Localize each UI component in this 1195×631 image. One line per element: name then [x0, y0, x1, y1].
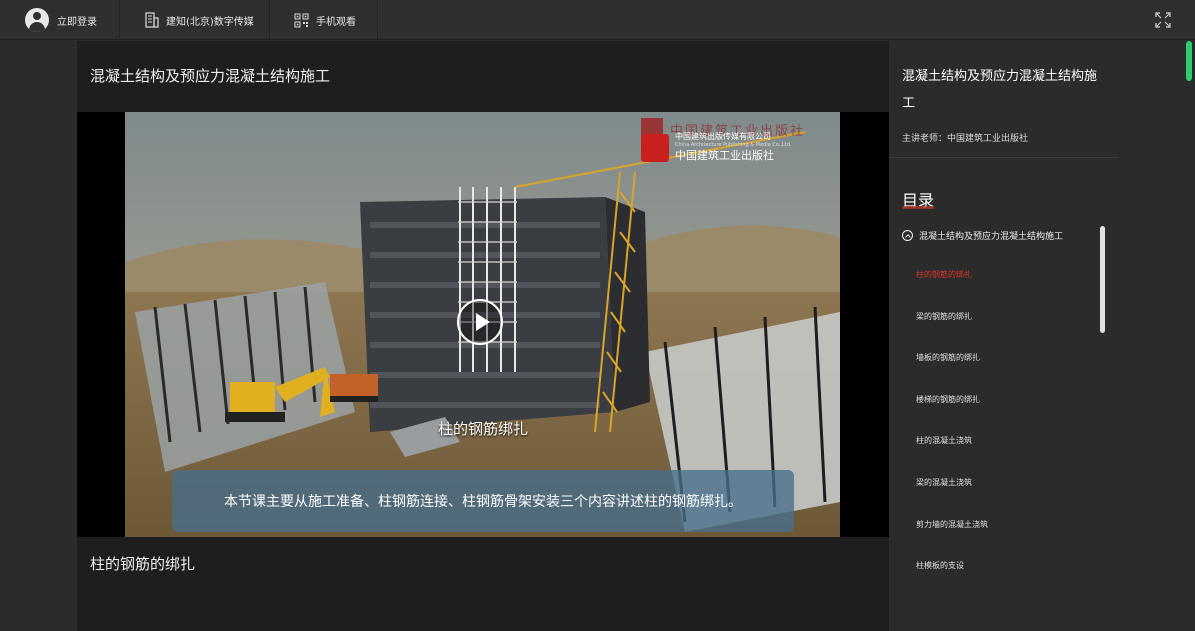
play-button[interactable]: [457, 299, 503, 345]
publisher-en: China Architecture Publishing & Media Co…: [675, 142, 792, 148]
toc-chapter-label: 混凝土结构及预应力混凝土结构施工: [919, 232, 1064, 242]
toc-scrollbar[interactable]: [1100, 226, 1105, 333]
toc-list: 柱的钢筋的绑扎 梁的钢筋的绑扎 墙板的钢筋的绑扎 楼梯的钢筋的绑扎 柱的混凝土浇…: [916, 270, 988, 603]
teacher-label: 主讲老师：中国建筑工业出版社: [902, 134, 1029, 144]
play-icon: [476, 313, 490, 331]
toc-item[interactable]: 梁的混凝土浇筑: [916, 478, 988, 520]
toc-heading-underline: [902, 206, 934, 209]
brand-link[interactable]: 建知(北京)数字传媒: [120, 0, 270, 40]
mobile-view-label: 手机观看: [316, 16, 356, 28]
video-caption-title: 柱的钢筋绑扎: [437, 420, 528, 438]
mobile-view-button[interactable]: 手机观看: [270, 0, 378, 40]
chevron-up-circle-icon: [902, 230, 913, 241]
toc-chapter-toggle[interactable]: 混凝土结构及预应力混凝土结构施工: [902, 229, 1063, 242]
course-sidebar: 混凝土结构及预应力混凝土结构施工 主讲老师：中国建筑工业出版社 目录 混凝土结构…: [889, 41, 1119, 631]
toc-item[interactable]: 梁的钢筋的绑扎: [916, 312, 988, 354]
fullscreen-icon[interactable]: [1155, 12, 1171, 28]
publisher-logo-block: 中国建筑出版传媒有限公司 China Architecture Publishi…: [641, 132, 792, 163]
divider: [889, 157, 1119, 158]
toc-item[interactable]: 柱的混凝土浇筑: [916, 436, 988, 478]
top-bar: 立即登录 建知(北京)数字传媒 手机观看: [0, 0, 1195, 40]
toc-item[interactable]: 柱模板的支设: [916, 561, 988, 603]
publisher-name: 中国建筑工业出版社: [675, 149, 774, 162]
lesson-title: 混凝土结构及预应力混凝土结构施工: [90, 67, 331, 85]
avatar-icon: [25, 8, 49, 32]
toc-item[interactable]: 楼梯的钢筋的绑扎: [916, 395, 988, 437]
page-scrollbar[interactable]: [1186, 41, 1192, 81]
course-title: 混凝土结构及预应力混凝土结构施工: [902, 69, 1098, 111]
login-button[interactable]: 立即登录: [0, 0, 120, 40]
brand-label: 建知(北京)数字传媒: [166, 16, 254, 28]
publisher-cn: 中国建筑出版传媒有限公司: [675, 132, 771, 141]
toc-item[interactable]: 柱的钢筋的绑扎: [916, 270, 988, 312]
publisher-logo-icon: [641, 134, 669, 162]
video-player[interactable]: 中国建筑工业出版社 中国建筑出版传媒有限公司 China Architectur…: [77, 112, 889, 537]
qr-code-icon: [294, 13, 309, 27]
toc-item[interactable]: 墙板的钢筋的绑扎: [916, 353, 988, 395]
video-subtitle-box: 本节课主要从施工准备、柱钢筋连接、柱钢筋骨架安装三个内容讲述柱的钢筋绑扎。: [172, 470, 794, 532]
login-label: 立即登录: [57, 16, 97, 28]
building-icon: [145, 12, 159, 28]
toc-item[interactable]: 剪力墙的混凝土浇筑: [916, 520, 988, 562]
current-chapter-title: 柱的钢筋的绑扎: [90, 555, 196, 573]
video-subtitle: 本节课主要从施工准备、柱钢筋连接、柱钢筋骨架安装三个内容讲述柱的钢筋绑扎。: [224, 494, 742, 510]
main-content: 混凝土结构及预应力混凝土结构施工 中国建筑工业出版社 中国建筑出版传媒有限公司 …: [77, 41, 889, 631]
